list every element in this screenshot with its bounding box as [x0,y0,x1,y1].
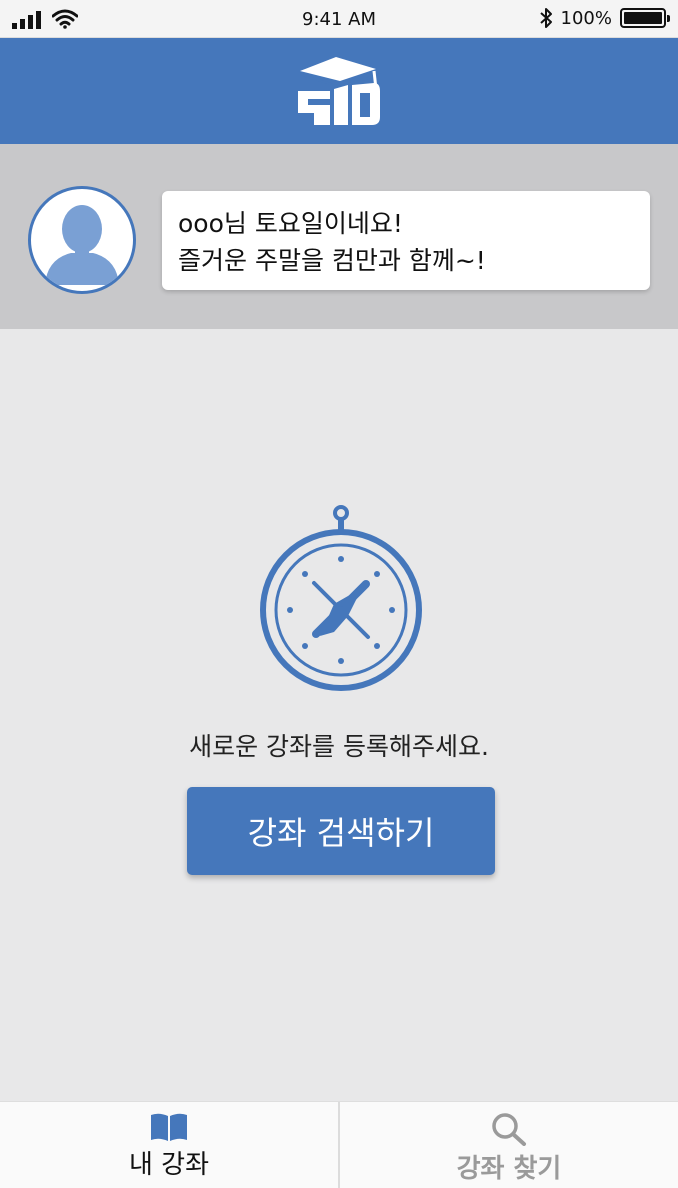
book-icon [151,1113,187,1141]
tab-find-courses[interactable]: 강좌 찾기 [338,1102,678,1188]
empty-message: 새로운 강좌를 등록해주세요. [189,732,489,761]
battery-fill [624,12,662,24]
tab-my-courses[interactable]: 내 강좌 [0,1102,338,1188]
app-header [0,38,678,144]
user-silhouette-icon [34,192,130,288]
status-bar: 9:41 AM 100% [0,0,678,38]
bottom-nav: 내 강좌 강좌 찾기 [0,1101,678,1188]
graduation-cap-logo-icon [298,57,380,125]
status-right: 100% [539,7,670,29]
compass-icon [260,505,422,691]
search-icon [492,1113,526,1146]
bluetooth-icon [539,8,552,28]
greeting-line-2: 즐거운 주말을 컴만과 함께~! [178,246,486,275]
battery-icon [620,8,670,28]
greeting-bubble: ooo님 토요일이네요! 즐거운 주말을 컴만과 함께~! [162,191,650,290]
tab-label-my-courses: 내 강좌 [128,1150,210,1180]
empty-state: 새로운 강좌를 등록해주세요. 강좌 검색하기 [0,329,678,1101]
greeting-line-1: ooo님 토요일이네요! [178,209,403,238]
greeting-panel: ooo님 토요일이네요! 즐거운 주말을 컴만과 함께~! [0,144,678,329]
battery-percent: 100% [560,7,612,29]
search-courses-button[interactable]: 강좌 검색하기 [187,787,495,875]
avatar[interactable] [28,186,136,294]
tab-label-find-courses: 강좌 찾기 [456,1154,562,1184]
